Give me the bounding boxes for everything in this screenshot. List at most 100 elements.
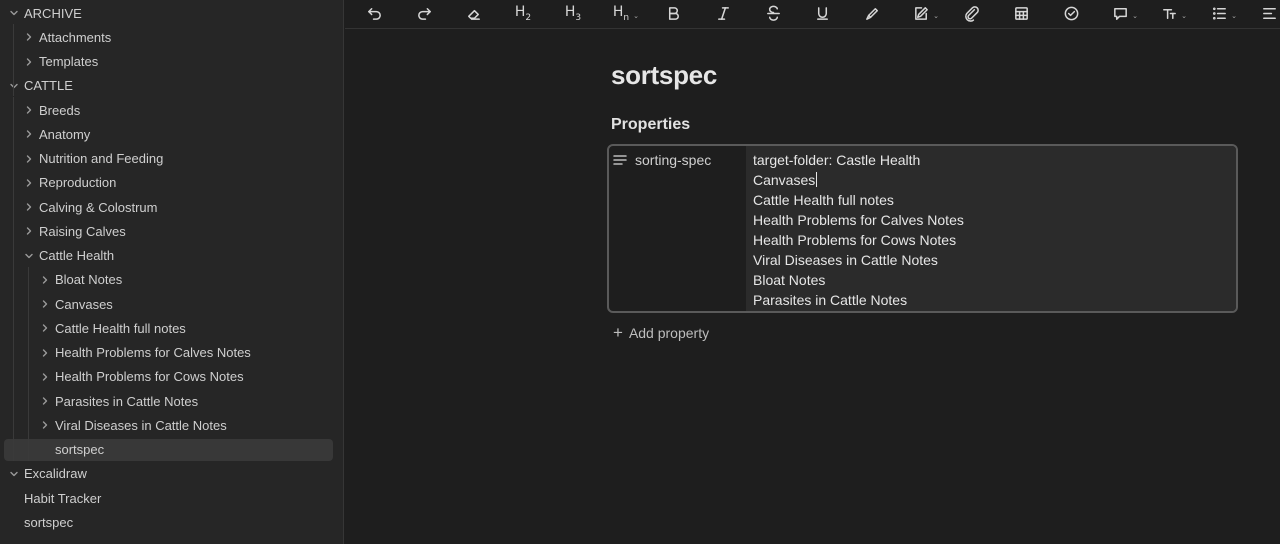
sidebar-item-habit-tracker[interactable]: Habit Tracker <box>0 487 343 509</box>
sidebar-item-breeds[interactable]: Breeds <box>0 99 343 121</box>
chevron-right-icon[interactable] <box>39 419 51 431</box>
sidebar-item-label: Viral Diseases in Cattle Notes <box>55 417 227 433</box>
property-value-line: Viral Diseases in Cattle Notes <box>753 252 938 268</box>
chevron-right-icon[interactable] <box>23 104 35 116</box>
sidebar-item-label: Calving & Colostrum <box>39 199 158 215</box>
sidebar-item-cattle[interactable]: CATTLE <box>0 75 343 97</box>
sidebar-item-health-problems-for-cows-notes[interactable]: Health Problems for Cows Notes <box>0 366 343 388</box>
property-value-line: Canvases <box>753 172 818 188</box>
strikethrough-icon[interactable] <box>761 3 785 23</box>
list-icon[interactable]: ⌄ <box>1207 3 1237 23</box>
sidebar-item-label: Raising Calves <box>39 223 126 239</box>
chevron-right-icon[interactable] <box>39 322 51 334</box>
sidebar-item-parasites-in-cattle-notes[interactable]: Parasites in Cattle Notes <box>0 390 343 412</box>
add-property-button[interactable]: + Add property <box>613 323 709 343</box>
formatting-toolbar: H2 H3 Hn ⌄ ⌄ ⌄ ⌄ ⌄ <box>345 0 1280 29</box>
sidebar-item-archive[interactable]: ARCHIVE <box>0 2 343 24</box>
chevron-right-icon[interactable] <box>39 371 51 383</box>
editor-pane: H2 H3 Hn ⌄ ⌄ ⌄ ⌄ ⌄ sortspec Properties sorting-… <box>345 0 1280 544</box>
comment-icon[interactable]: ⌄ <box>1108 3 1138 23</box>
heading-2-icon[interactable]: H2 <box>511 3 535 23</box>
bold-icon[interactable] <box>661 3 685 23</box>
chevron-down-icon[interactable] <box>8 7 20 19</box>
plus-icon: + <box>613 323 623 342</box>
chevron-down-icon[interactable] <box>8 468 20 480</box>
chevron-right-icon[interactable] <box>23 153 35 165</box>
indent-guide <box>28 267 29 461</box>
sidebar-item-label: Breeds <box>39 102 81 118</box>
chevron-right-icon[interactable] <box>39 274 51 286</box>
property-value-line: Health Problems for Cows Notes <box>753 232 957 248</box>
chevron-right-icon[interactable] <box>23 177 35 189</box>
chevron-down-icon[interactable] <box>8 80 20 92</box>
sidebar-item-sortspec[interactable]: sortspec <box>0 511 343 533</box>
sidebar-item-canvases[interactable]: Canvases <box>0 293 343 315</box>
align-icon[interactable] <box>1257 3 1280 23</box>
sidebar-item-label: CATTLE <box>24 78 73 94</box>
chevron-right-icon[interactable] <box>39 347 51 359</box>
chevron-right-icon[interactable] <box>23 201 35 213</box>
chevron-right-icon[interactable] <box>39 395 51 407</box>
attachment-icon[interactable] <box>959 3 983 23</box>
property-key: sorting-spec <box>635 152 712 168</box>
property-value-line: Parasites in Cattle Notes <box>753 292 908 308</box>
property-value-line: target-folder: Castle Health <box>753 152 921 168</box>
heading-n-icon[interactable]: Hn ⌄ <box>609 3 639 23</box>
checkbox-icon[interactable] <box>1059 3 1083 23</box>
property-row: sorting-spec target-folder: Castle Healt… <box>607 144 1238 313</box>
sidebar-item-raising-calves[interactable]: Raising Calves <box>0 220 343 242</box>
sidebar-item-label: Templates <box>39 54 99 69</box>
chevron-right-icon[interactable] <box>23 56 35 68</box>
add-property-label: Add property <box>628 325 710 341</box>
eraser-icon[interactable] <box>461 3 485 23</box>
sidebar-item-attachments[interactable]: Attachments <box>0 26 343 48</box>
edit-icon[interactable]: ⌄ <box>909 3 939 23</box>
sidebar-item-nutrition-and-feeding[interactable]: Nutrition and Feeding <box>0 148 343 170</box>
sidebar-item-bloat-notes[interactable]: Bloat Notes <box>0 269 343 291</box>
text-lines-icon[interactable] <box>613 153 627 167</box>
heading-3-icon[interactable]: H3 <box>561 3 585 23</box>
italic-icon[interactable] <box>711 3 735 23</box>
chevron-right-icon[interactable] <box>23 128 35 140</box>
sidebar-item-label: Attachments <box>39 29 112 45</box>
sidebar-item-label: Canvases <box>55 296 113 312</box>
sidebar-item-label: Reproduction <box>39 175 117 191</box>
underline-icon[interactable] <box>810 3 834 23</box>
file-explorer-sidebar: ARCHIVE Attachments Templates CATTLE Breeds A… <box>0 0 344 544</box>
sidebar-item-label: sortspec <box>55 442 105 457</box>
highlighter-icon[interactable] <box>860 3 884 23</box>
sidebar-item-calving-colostrum[interactable]: Calving & Colostrum <box>0 196 343 218</box>
sidebar-item-label: ARCHIVE <box>24 5 82 21</box>
sidebar-item-reproduction[interactable]: Reproduction <box>0 172 343 194</box>
properties-heading[interactable]: Properties <box>611 116 690 134</box>
property-value-line: Health Problems for Calves Notes <box>753 212 964 228</box>
chevron-right-icon[interactable] <box>23 31 35 43</box>
chevron-right-icon[interactable] <box>23 225 35 237</box>
sidebar-item-label: Anatomy <box>39 126 91 142</box>
indent-guide <box>13 97 14 461</box>
sidebar-item-cattle-health-full-notes[interactable]: Cattle Health full notes <box>0 317 343 339</box>
text-cursor <box>816 172 818 187</box>
note-title[interactable]: sortspec <box>611 60 717 91</box>
sidebar-item-health-problems-for-calves-notes[interactable]: Health Problems for Calves Notes <box>0 342 343 364</box>
property-value-editor[interactable]: target-folder: Castle Health Canvases Ca… <box>746 146 1236 311</box>
sidebar-item-label: Parasites in Cattle Notes <box>55 393 199 409</box>
undo-icon[interactable] <box>362 3 386 23</box>
chevron-right-icon[interactable] <box>39 298 51 310</box>
sidebar-item-label: Bloat Notes <box>55 272 123 288</box>
indent-guide <box>13 24 14 96</box>
chevron-down-icon[interactable] <box>23 250 35 262</box>
sidebar-item-sortspec[interactable]: sortspec <box>4 438 333 461</box>
sidebar-item-viral-diseases-in-cattle-notes[interactable]: Viral Diseases in Cattle Notes <box>0 414 343 436</box>
sidebar-item-label: Nutrition and Feeding <box>39 151 164 166</box>
table-icon[interactable] <box>1009 3 1033 23</box>
property-key-cell[interactable]: sorting-spec <box>609 146 746 311</box>
sidebar-item-label: Excalidraw <box>24 466 87 482</box>
redo-icon[interactable] <box>412 3 436 23</box>
sidebar-item-excalidraw[interactable]: Excalidraw <box>0 463 343 485</box>
sidebar-item-cattle-health[interactable]: Cattle Health <box>0 245 343 267</box>
sidebar-item-anatomy[interactable]: Anatomy <box>0 123 343 145</box>
sidebar-item-label: Cattle Health <box>39 248 115 263</box>
text-format-icon[interactable]: ⌄ <box>1157 3 1187 23</box>
sidebar-item-templates[interactable]: Templates <box>0 51 343 73</box>
